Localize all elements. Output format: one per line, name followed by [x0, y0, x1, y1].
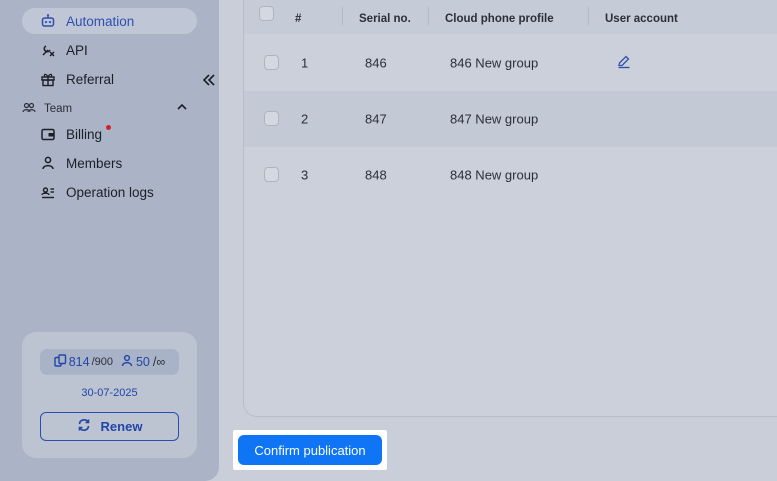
table-row[interactable]: 1 846 846 New group: [244, 35, 777, 91]
robot-icon: [40, 13, 56, 29]
sidebar: Automation API Referral Team Billing Mem…: [0, 0, 219, 481]
row-profile: 848 New group: [450, 167, 539, 183]
team-label: Team: [44, 103, 73, 115]
row-index: 3: [301, 167, 309, 183]
sidebar-item-billing[interactable]: Billing: [22, 121, 197, 147]
renew-label: Renew: [100, 419, 143, 434]
row-serial: 847: [365, 111, 387, 127]
table-row[interactable]: 2 847 847 New group: [244, 91, 777, 147]
devices-icon: [54, 354, 67, 370]
sidebar-item-api[interactable]: API: [22, 37, 197, 63]
api-tool-icon: [40, 42, 56, 58]
confirm-publication-button[interactable]: Confirm publication: [238, 435, 382, 465]
column-divider: [428, 7, 429, 25]
table-header: # Serial no. Cloud phone profile User ac…: [244, 0, 777, 34]
team-icon: [22, 102, 36, 117]
sidebar-item-label: Members: [66, 155, 123, 171]
collapse-sidebar-icon[interactable]: [200, 70, 218, 90]
col-header-index: #: [295, 13, 302, 25]
row-serial: 846: [365, 55, 387, 71]
sidebar-item-label: Referral: [66, 71, 115, 87]
sidebar-item-automation[interactable]: Automation: [22, 8, 197, 34]
select-all-checkbox[interactable]: [259, 6, 274, 21]
person-icon: [40, 155, 56, 171]
sidebar-item-label: Operation logs: [66, 184, 154, 200]
plan-card: 814/900 50/∞ 30-07-2025 Renew: [22, 332, 197, 458]
row-checkbox[interactable]: [264, 167, 279, 182]
row-checkbox[interactable]: [264, 55, 279, 70]
confirm-highlight: Confirm publication: [233, 430, 387, 470]
sidebar-item-operation-logs[interactable]: Operation logs: [22, 179, 197, 205]
row-checkbox[interactable]: [264, 111, 279, 126]
table-row[interactable]: 3 848 848 New group: [244, 147, 777, 203]
row-serial: 848: [365, 167, 387, 183]
team-section-header[interactable]: Team: [22, 100, 197, 118]
expiry-date: 30-07-2025: [81, 387, 138, 399]
renew-button[interactable]: Renew: [40, 412, 179, 441]
sidebar-item-label: API: [66, 42, 88, 58]
col-header-profile: Cloud phone profile: [445, 13, 554, 25]
members-used: 50: [135, 355, 150, 369]
sidebar-item-label: Automation: [66, 13, 135, 29]
refresh-icon: [77, 418, 91, 435]
devices-used: 814: [68, 355, 90, 369]
wallet-icon: [40, 126, 56, 142]
row-profile: 846 New group: [450, 55, 539, 71]
notification-dot: [106, 125, 111, 130]
members-total: /∞: [152, 355, 166, 369]
edit-icon[interactable]: [617, 55, 631, 72]
devices-table: # Serial no. Cloud phone profile User ac…: [243, 0, 777, 417]
quota-badge: 814/900 50/∞: [40, 349, 179, 375]
sidebar-item-label: Billing: [66, 126, 103, 142]
member-count-icon: [121, 354, 133, 370]
row-profile: 847 New group: [450, 111, 539, 127]
row-index: 1: [301, 55, 309, 71]
column-divider: [588, 7, 589, 25]
gift-icon: [40, 71, 56, 87]
row-index: 2: [301, 111, 309, 127]
id-card-icon: [40, 184, 56, 200]
column-divider: [342, 7, 343, 25]
col-header-serial: Serial no.: [359, 13, 411, 25]
sidebar-item-members[interactable]: Members: [22, 150, 197, 176]
sidebar-item-referral[interactable]: Referral: [22, 66, 197, 92]
chevron-up-icon[interactable]: [177, 102, 187, 114]
col-header-account: User account: [605, 13, 678, 25]
devices-total: /900: [91, 356, 113, 368]
